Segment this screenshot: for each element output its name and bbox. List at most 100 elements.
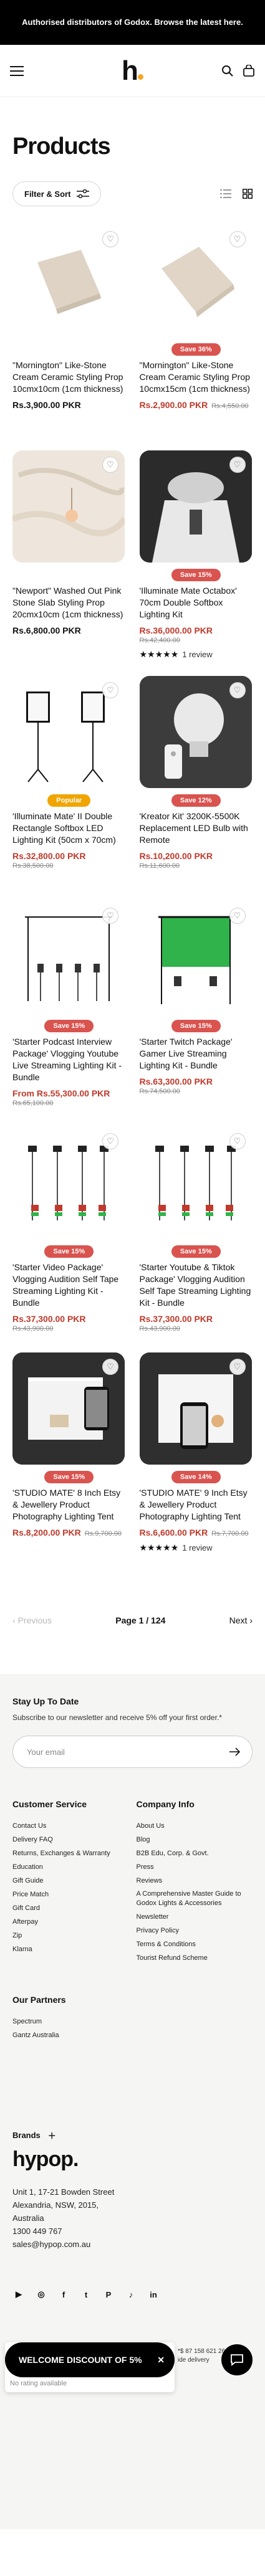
product-card[interactable]: ♡ Save 15% 'Starter Youtube & Tiktok Pac… bbox=[139, 1127, 253, 1352]
heart-icon[interactable]: ♡ bbox=[102, 1359, 118, 1375]
pinterest-icon[interactable]: P bbox=[102, 2288, 115, 2301]
product-card[interactable]: ♡ Save 36% "Mornington" Like-Stone Cream… bbox=[139, 225, 253, 450]
footer-link[interactable]: Klarna bbox=[12, 1942, 129, 1956]
partner-link[interactable]: Spectrum bbox=[12, 2015, 253, 2028]
product-title[interactable]: 'Starter Twitch Package' Gamer Live Stre… bbox=[140, 1036, 253, 1072]
linkedin-icon[interactable]: in bbox=[147, 2288, 160, 2301]
arrow-right-icon[interactable] bbox=[229, 1747, 241, 1756]
youtube-icon[interactable]: ▶ bbox=[12, 2288, 25, 2301]
product-title[interactable]: 'Kreator Kit' 3200K-5500K Replacement LE… bbox=[140, 810, 253, 846]
footer-link[interactable]: Education bbox=[12, 1860, 129, 1874]
heart-icon[interactable]: ♡ bbox=[229, 682, 246, 698]
filter-sort-button[interactable]: Filter & Sort bbox=[12, 181, 102, 206]
brands-toggle[interactable]: Brands ＋ bbox=[12, 2129, 253, 2141]
heart-icon[interactable]: ♡ bbox=[102, 457, 118, 473]
footer-link[interactable]: Privacy Policy bbox=[137, 1924, 253, 1937]
footer-link[interactable]: Tourist Refund Scheme bbox=[137, 1951, 253, 1965]
product-card[interactable]: ♡ Save 15% 'Starter Video Package' Vlogg… bbox=[12, 1127, 126, 1352]
heart-icon[interactable]: ♡ bbox=[229, 1133, 246, 1149]
bag-icon[interactable] bbox=[243, 64, 255, 77]
product-title[interactable]: 'STUDIO MATE' 8 Inch Etsy & Jewellery Pr… bbox=[12, 1487, 126, 1523]
footer-link[interactable]: Gift Card bbox=[12, 1901, 129, 1915]
product-card[interactable]: ♡ Save 14% 'STUDIO MATE' 9 Inch Etsy & J… bbox=[139, 1352, 253, 1578]
product-title[interactable]: 'Starter Video Package' Vlogging Auditio… bbox=[12, 1262, 126, 1309]
chat-launcher[interactable] bbox=[221, 2344, 253, 2375]
instagram-icon[interactable]: ◎ bbox=[35, 2288, 47, 2301]
heart-icon[interactable]: ♡ bbox=[102, 1133, 118, 1149]
list-view-icon[interactable] bbox=[220, 189, 231, 198]
phone-number[interactable]: 1300 449 767 bbox=[12, 2225, 253, 2238]
site-logo[interactable]: h bbox=[122, 55, 143, 87]
footer-link[interactable]: Contact Us bbox=[12, 1819, 129, 1833]
footer-link[interactable]: Zip bbox=[12, 1929, 129, 1942]
product-image[interactable]: ♡ bbox=[12, 676, 125, 788]
footer-link[interactable]: Blog bbox=[137, 1833, 253, 1846]
product-card[interactable]: ♡ "Newport" Washed Out Pink Stone Slab S… bbox=[12, 450, 126, 676]
twitter-icon[interactable]: t bbox=[80, 2288, 92, 2301]
heart-icon[interactable]: ♡ bbox=[229, 231, 246, 247]
email-link[interactable]: sales@hypop.com.au bbox=[12, 2238, 253, 2251]
email-field[interactable]: Your email bbox=[12, 1736, 253, 1768]
heart-icon[interactable]: ♡ bbox=[229, 1359, 246, 1375]
footer-link[interactable]: About Us bbox=[137, 1819, 253, 1833]
product-image[interactable]: ♡ bbox=[12, 450, 125, 563]
footer-link[interactable]: Afterpay bbox=[12, 1915, 129, 1929]
footer-link[interactable]: Terms & Conditions bbox=[137, 1937, 253, 1951]
footer-logo[interactable]: hypop. bbox=[12, 2147, 253, 2172]
product-card[interactable]: ♡ "Mornington" Like-Stone Cream Ceramic … bbox=[12, 225, 126, 450]
product-image[interactable]: ♡ bbox=[139, 901, 252, 1014]
product-image[interactable]: ♡ bbox=[139, 450, 252, 563]
footer-link[interactable]: Press bbox=[137, 1860, 253, 1874]
product-card[interactable]: ♡ Save 15% 'Starter Twitch Package' Game… bbox=[139, 901, 253, 1127]
previous-page-link[interactable]: ‹ Previous bbox=[12, 1615, 52, 1625]
product-title[interactable]: 'Starter Podcast Interview Package' Vlog… bbox=[12, 1036, 126, 1083]
grid-view-icon[interactable] bbox=[243, 189, 253, 199]
footer-link[interactable]: Delivery FAQ bbox=[12, 1833, 129, 1846]
product-image[interactable]: ♡ bbox=[12, 225, 125, 337]
announcement-bar[interactable]: Authorised distributors of Godox. Browse… bbox=[0, 0, 265, 45]
product-image[interactable]: ♡ bbox=[12, 1352, 125, 1465]
product-title[interactable]: 'STUDIO MATE' 9 Inch Etsy & Jewellery Pr… bbox=[140, 1487, 253, 1523]
footer-link[interactable]: B2B Edu, Corp. & Govt. bbox=[137, 1846, 253, 1860]
facebook-icon[interactable]: f bbox=[57, 2288, 70, 2301]
product-image[interactable]: ♡ bbox=[139, 1127, 252, 1239]
product-card[interactable]: ♡ Save 15% 'Starter Podcast Interview Pa… bbox=[12, 901, 126, 1127]
product-image[interactable]: ♡ bbox=[12, 1127, 125, 1239]
product-image[interactable]: ♡ bbox=[139, 676, 252, 788]
partner-link[interactable]: Gantz Australia bbox=[12, 2028, 253, 2042]
product-card[interactable]: ♡ Save 15% 'STUDIO MATE' 8 Inch Etsy & J… bbox=[12, 1352, 126, 1578]
heart-icon[interactable]: ♡ bbox=[102, 231, 118, 247]
next-page-link[interactable]: Next › bbox=[229, 1615, 253, 1625]
heart-icon[interactable]: ♡ bbox=[229, 457, 246, 473]
rating-stars[interactable]: ★★★★★ 1 review bbox=[140, 649, 253, 660]
welcome-discount-bar[interactable]: WELCOME DISCOUNT OF 5% ✕ bbox=[5, 2342, 175, 2377]
product-title[interactable]: "Newport" Washed Out Pink Stone Slab Sty… bbox=[12, 585, 126, 620]
search-icon[interactable] bbox=[221, 65, 234, 77]
product-title[interactable]: 'Illuminate Mate' II Double Rectangle So… bbox=[12, 810, 126, 846]
heart-icon[interactable]: ♡ bbox=[102, 682, 118, 698]
hamburger-icon[interactable] bbox=[10, 65, 24, 76]
product-card[interactable]: ♡ Popular 'Illuminate Mate' II Double Re… bbox=[12, 676, 126, 901]
product-title[interactable]: 'Illuminate Mate Octabox' 70cm Double So… bbox=[140, 585, 253, 620]
footer-link[interactable]: Gift Guide bbox=[12, 1874, 129, 1888]
footer-link[interactable]: Returns, Exchanges & Warranty bbox=[12, 1846, 129, 1860]
welcome-discount-popup[interactable]: WELCOME DISCOUNT OF 5% ✕ No rating avail… bbox=[5, 2342, 175, 2392]
product-card[interactable]: ♡ Save 12% 'Kreator Kit' 3200K-5500K Rep… bbox=[139, 676, 253, 901]
product-card[interactable]: ♡ Save 15% 'Illuminate Mate Octabox' 70c… bbox=[139, 450, 253, 676]
close-icon[interactable]: ✕ bbox=[157, 2355, 165, 2365]
product-image[interactable]: ♡ bbox=[12, 901, 125, 1014]
footer-link[interactable]: A Comprehensive Master Guide to Godox Li… bbox=[137, 1888, 253, 1910]
address-line: Unit 1, 17-21 Bowden Street bbox=[12, 2187, 115, 2197]
footer-link[interactable]: Price Match bbox=[12, 1888, 129, 1901]
product-image[interactable]: ♡ bbox=[139, 1352, 252, 1465]
product-title[interactable]: "Mornington" Like-Stone Cream Ceramic St… bbox=[140, 359, 253, 395]
product-title[interactable]: 'Starter Youtube & Tiktok Package' Vlogg… bbox=[140, 1262, 253, 1309]
product-title[interactable]: "Mornington" Like-Stone Cream Ceramic St… bbox=[12, 359, 126, 395]
footer-link[interactable]: Newsletter bbox=[137, 1910, 253, 1924]
tiktok-icon[interactable]: ♪ bbox=[125, 2288, 137, 2301]
rating-stars[interactable]: ★★★★★ 1 review bbox=[140, 1542, 253, 1553]
heart-icon[interactable]: ♡ bbox=[229, 908, 246, 924]
footer-link[interactable]: Reviews bbox=[137, 1874, 253, 1888]
heart-icon[interactable]: ♡ bbox=[102, 908, 118, 924]
product-image[interactable]: ♡ bbox=[139, 225, 252, 337]
